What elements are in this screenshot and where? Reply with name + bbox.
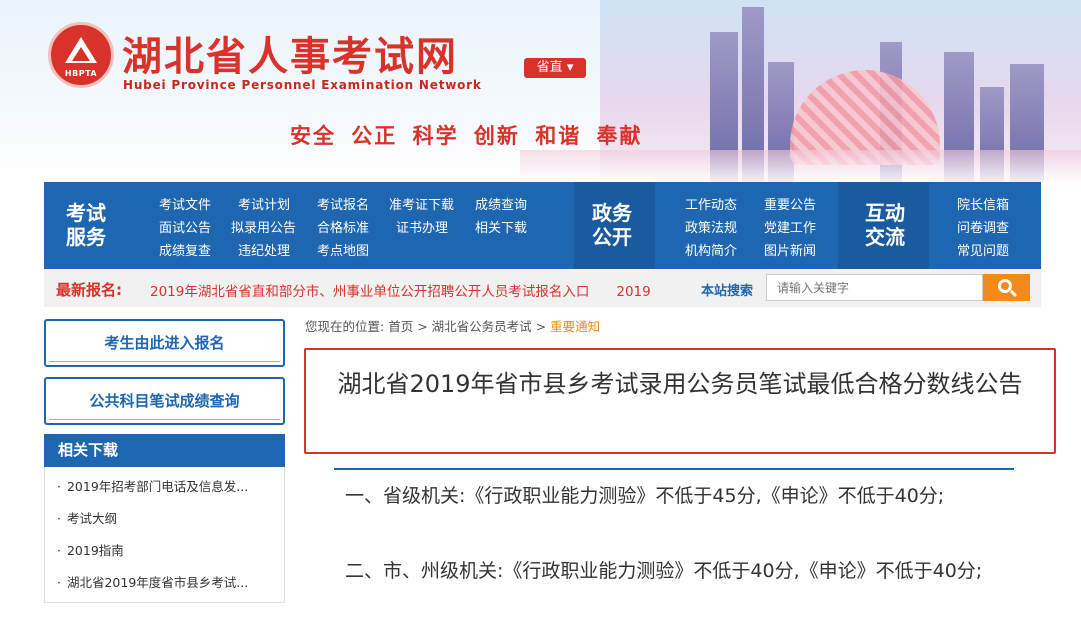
breadcrumb-prefix: 您现在的位置: <box>305 319 385 334</box>
nav-section-interaction: 互动 交流 <box>865 201 905 249</box>
nav-section-exam-service: 考试 服务 <box>66 201 106 249</box>
score-query-button[interactable]: 公共科目笔试成绩查询 <box>44 377 285 425</box>
news-bar: 最新报名: 2019年湖北省省直和部分市、州事业单位公开招聘公开人员考试报名入口… <box>44 269 1041 307</box>
nav-link-exam-plan[interactable]: 考试计划 <box>238 194 290 213</box>
search-input[interactable] <box>766 274 983 301</box>
breadcrumb-section[interactable]: 湖北省公务员考试 <box>432 319 532 334</box>
downloads-heading: 相关下载 <box>44 434 285 467</box>
list-item[interactable]: 湖北省2019年度省市县乡考试... <box>45 569 284 597</box>
list-item[interactable]: 2019年招考部门电话及信息发... <box>45 473 284 501</box>
downloads-list: 2019年招考部门电话及信息发... 考试大纲 2019指南 湖北省2019年度… <box>44 467 285 603</box>
article-title-box: 湖北省2019年省市县乡考试录用公务员笔试最低合格分数线公告 <box>304 348 1056 454</box>
site-slogan: 安全 公正 科学 创新 和谐 奉献 <box>290 124 643 148</box>
site-logo-icon[interactable]: HBPTA <box>48 22 114 88</box>
main-nav: 考试 服务 政务 公开 互动 交流 考试文件 考试计划 考试报名 准考证下载 成绩查询… <box>44 182 1041 269</box>
nav-link-violations[interactable]: 违纪处理 <box>238 240 290 259</box>
region-dropdown[interactable]: 省直 ▾ <box>524 58 586 78</box>
breadcrumb-home[interactable]: 首页 <box>388 319 413 334</box>
nav-link-interview-notice[interactable]: 面试公告 <box>159 217 211 236</box>
nav-link-important-notice[interactable]: 重要公告 <box>764 194 816 213</box>
logo-abbr: HBPTA <box>64 69 98 78</box>
nav-link-about[interactable]: 机构简介 <box>685 240 737 259</box>
caret-down-icon: ▾ <box>566 60 574 75</box>
site-title-en: Hubei Province Personnel Examination Net… <box>123 78 482 92</box>
latest-registration-label: 最新报名: <box>56 281 122 299</box>
nav-link-certificate[interactable]: 证书办理 <box>396 217 448 236</box>
nav-link-downloads[interactable]: 相关下载 <box>475 217 527 236</box>
nav-link-admission-ticket[interactable]: 准考证下载 <box>389 194 454 213</box>
list-item[interactable]: 考试大纲 <box>45 505 284 533</box>
breadcrumb-separator: > <box>535 319 547 334</box>
nav-link-work-news[interactable]: 工作动态 <box>685 194 737 213</box>
news-ticker[interactable]: 2019年湖北省省直和部分市、州事业单位公开招聘公开人员考试报名入口 2019 <box>150 280 660 298</box>
article-paragraph: 二、市、州级机关:《行政职业能力测验》不低于40分,《申论》不低于40分; <box>345 560 983 582</box>
nav-section-gov-affairs: 政务 公开 <box>592 201 632 249</box>
nav-link-score-review[interactable]: 成绩复查 <box>159 240 211 259</box>
nav-link-score-query[interactable]: 成绩查询 <box>475 194 527 213</box>
nav-link-qualify-standard[interactable]: 合格标准 <box>317 217 369 236</box>
river-reflection <box>520 150 1081 182</box>
list-item[interactable]: 2019指南 <box>45 537 284 565</box>
site-title[interactable]: 湖北省人事考试网 <box>122 24 458 82</box>
nav-link-registration[interactable]: 考试报名 <box>317 194 369 213</box>
nav-link-policy[interactable]: 政策法规 <box>685 217 737 236</box>
region-label: 省直 <box>536 60 563 75</box>
breadcrumb: 您现在的位置: 首页 > 湖北省公务员考试 > 重要通知 <box>305 316 600 335</box>
nav-link-exam-docs[interactable]: 考试文件 <box>159 194 211 213</box>
nav-link-hiring-notice[interactable]: 拟录用公告 <box>231 217 296 236</box>
nav-link-director-mailbox[interactable]: 院长信箱 <box>957 194 1009 213</box>
breadcrumb-current: 重要通知 <box>550 319 601 334</box>
breadcrumb-separator: > <box>417 319 428 334</box>
nav-link-survey[interactable]: 问卷调查 <box>957 217 1009 236</box>
search-button[interactable] <box>983 274 1030 301</box>
nav-link-party-work[interactable]: 党建工作 <box>764 217 816 236</box>
candidate-registration-button[interactable]: 考生由此进入报名 <box>44 319 285 367</box>
site-search-label: 本站搜索 <box>701 284 754 299</box>
nav-link-faq[interactable]: 常见问题 <box>957 240 1009 259</box>
nav-link-venue-map[interactable]: 考点地图 <box>317 240 369 259</box>
article-title: 湖北省2019年省市县乡考试录用公务员笔试最低合格分数线公告 <box>337 370 1023 398</box>
article-paragraph: 一、省级机关:《行政职业能力测验》不低于45分,《申论》不低于40分; <box>345 485 945 507</box>
site-header: HBPTA 湖北省人事考试网 Hubei Province Personnel … <box>0 0 1081 182</box>
nav-link-photo-news[interactable]: 图片新闻 <box>764 240 816 259</box>
title-divider <box>334 468 1014 470</box>
